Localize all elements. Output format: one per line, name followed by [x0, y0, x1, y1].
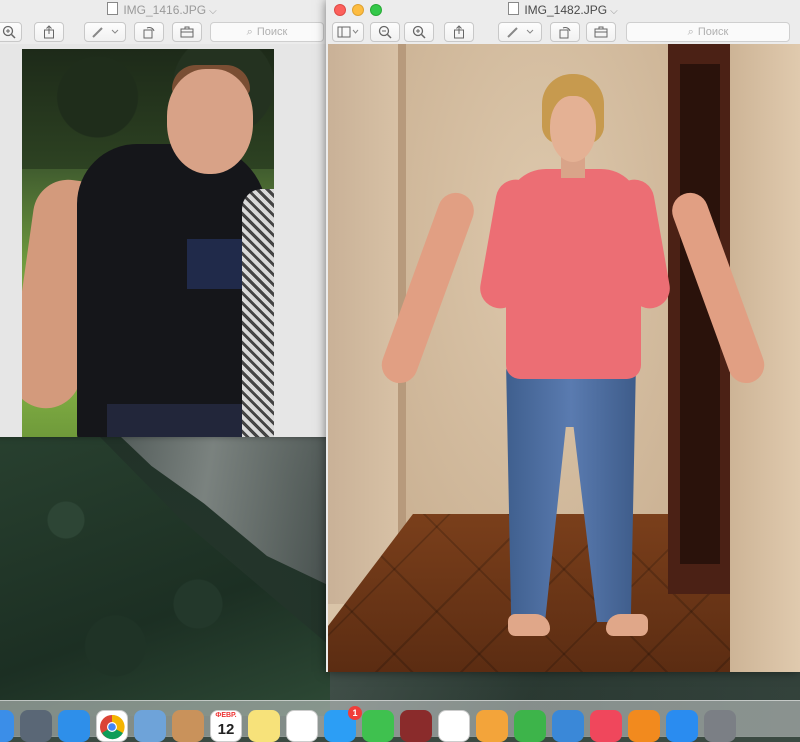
dock-photos-icon[interactable]: [438, 710, 470, 742]
pen-icon: [507, 27, 534, 38]
zoom-in-button[interactable]: [0, 22, 22, 42]
image-canvas[interactable]: [328, 44, 800, 672]
dock-ibooks-icon[interactable]: [628, 710, 660, 742]
toolbox-button[interactable]: [586, 22, 616, 42]
dock-finder-icon[interactable]: [0, 710, 14, 742]
dock-facetime-icon[interactable]: [362, 710, 394, 742]
zoom-out-button[interactable]: [370, 22, 400, 42]
zoom-in-button[interactable]: [404, 22, 434, 42]
toolbox-button[interactable]: [172, 22, 202, 42]
share-icon: [44, 25, 54, 39]
dock-reminders-icon[interactable]: [286, 710, 318, 742]
dock-pages-icon[interactable]: [476, 710, 508, 742]
zoom-in-icon: [412, 25, 426, 39]
minimize-button[interactable]: [352, 4, 364, 16]
window-title: IMG_1482.JPG: [524, 3, 608, 17]
search-icon: ⌕: [687, 26, 694, 39]
search-placeholder: Поиск: [256, 26, 288, 38]
markup-button[interactable]: [84, 22, 126, 42]
document-icon: [107, 2, 119, 15]
share-button[interactable]: [444, 22, 474, 42]
dock-notes-icon[interactable]: [248, 710, 280, 742]
document-icon: [508, 2, 520, 15]
dock-chrome-icon[interactable]: [96, 710, 128, 742]
chevron-down-icon[interactable]: ⌵: [209, 6, 217, 17]
window-toolbar: ⌕ Поиск: [326, 20, 800, 44]
pen-icon: [92, 27, 119, 38]
dock-preview-icon[interactable]: [134, 710, 166, 742]
chevron-down-icon[interactable]: ⌵: [610, 6, 618, 17]
dock-app-store-icon[interactable]: [666, 710, 698, 742]
dock-keynote-icon[interactable]: [552, 710, 584, 742]
calendar-day: 12: [217, 721, 235, 738]
fullscreen-button[interactable]: [370, 4, 382, 16]
dock-launchpad-icon[interactable]: [20, 710, 52, 742]
rotate-icon: [559, 27, 571, 39]
toolbox-icon: [180, 26, 194, 38]
sidebar-button[interactable]: [332, 22, 364, 42]
dock-safari-icon[interactable]: [58, 710, 90, 742]
search-placeholder: Поиск: [697, 26, 729, 38]
share-icon: [454, 25, 464, 39]
dock-system-preferences-icon[interactable]: [704, 710, 736, 742]
share-button[interactable]: [34, 22, 64, 42]
dock-contacts-icon[interactable]: [172, 710, 204, 742]
dock-numbers-icon[interactable]: [514, 710, 546, 742]
dock-photo-booth-icon[interactable]: [400, 710, 432, 742]
search-field[interactable]: ⌕ Поиск: [210, 22, 324, 42]
photo-man: [22, 49, 274, 437]
sidebar-icon: [337, 26, 359, 38]
rotate-button[interactable]: [550, 22, 580, 42]
search-field[interactable]: ⌕ Поиск: [626, 22, 790, 42]
search-icon: ⌕: [246, 26, 253, 39]
image-canvas[interactable]: [0, 44, 330, 437]
window-titlebar[interactable]: IMG_1482.JPG ⌵: [326, 0, 800, 20]
markup-button[interactable]: [498, 22, 542, 42]
dock-calendar-icon[interactable]: ФЕВР. 12: [210, 710, 242, 742]
window-title: IMG_1416.JPG: [123, 3, 207, 17]
close-button[interactable]: [334, 4, 346, 16]
window-toolbar: ⌕ Поиск: [0, 20, 330, 44]
rotate-button[interactable]: [134, 22, 164, 42]
preview-window-front[interactable]: IMG_1482.JPG ⌵ ⌕ Поиск: [326, 0, 800, 672]
preview-window-back[interactable]: IMG_1416.JPG ⌵ ⌕ Поиск: [0, 0, 330, 437]
toolbox-icon: [594, 26, 608, 38]
zoom-out-icon: [378, 25, 392, 39]
zoom-in-icon: [2, 25, 16, 39]
window-titlebar[interactable]: IMG_1416.JPG ⌵: [0, 0, 330, 20]
rotate-icon: [143, 27, 155, 39]
messages-badge: 1: [348, 706, 362, 720]
dock-itunes-icon[interactable]: [590, 710, 622, 742]
